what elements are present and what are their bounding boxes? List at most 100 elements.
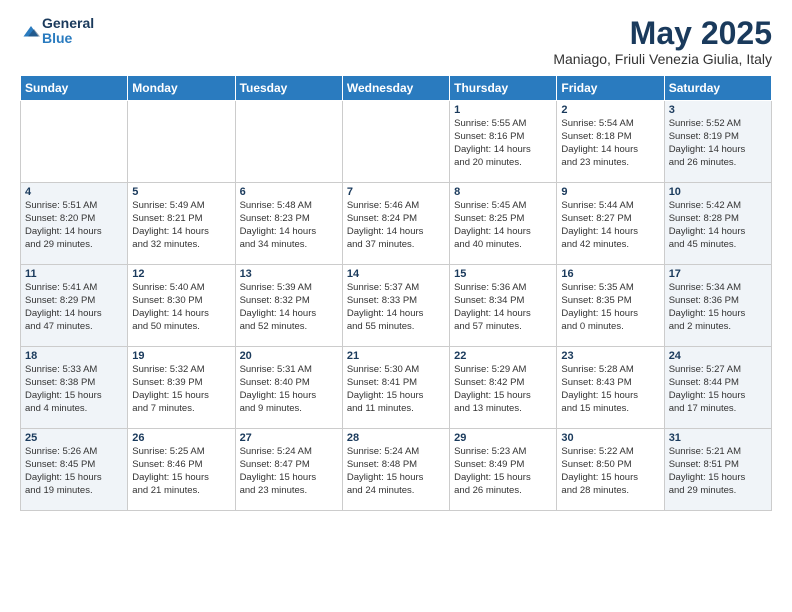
day-cell: 7 Sunrise: 5:46 AM Sunset: 8:24 PM Daylig…: [342, 183, 449, 265]
weekday-header-saturday: Saturday: [664, 76, 771, 101]
weekday-header-thursday: Thursday: [450, 76, 557, 101]
day-info: Sunrise: 5:31 AM Sunset: 8:40 PM Dayligh…: [240, 364, 338, 415]
day-number: 28: [347, 432, 445, 444]
day-cell: 31Sunrise: 5:21 AM Sunset: 8:51 PM Dayli…: [664, 429, 771, 511]
day-cell: 11 Sunrise: 5:41 AM Sunset: 8:29 PM Dayli…: [21, 265, 128, 347]
week-row-4: 18Sunrise: 5:33 AM Sunset: 8:38 PM Dayli…: [21, 347, 772, 429]
day-cell: 27 Sunrise: 5:24 AM Sunset: 8:47 PM Dayli…: [235, 429, 342, 511]
day-number: 18: [25, 350, 123, 362]
day-cell: 18Sunrise: 5:33 AM Sunset: 8:38 PM Dayli…: [21, 347, 128, 429]
day-info: Sunrise: 5:44 AM Sunset: 8:27 PM Dayligh…: [561, 200, 659, 251]
day-number: 11: [25, 268, 123, 280]
day-info: Sunrise: 5:25 AM Sunset: 8:46 PM Dayligh…: [132, 446, 230, 497]
logo-text: General Blue: [42, 16, 94, 47]
day-info: Sunrise: 5:24 AM Sunset: 8:47 PM Dayligh…: [240, 446, 338, 497]
day-number: 12: [132, 268, 230, 280]
day-info: Sunrise: 5:30 AM Sunset: 8:41 PM Dayligh…: [347, 364, 445, 415]
day-number: 29: [454, 432, 552, 444]
day-info: Sunrise: 5:21 AM Sunset: 8:51 PM Dayligh…: [669, 446, 767, 497]
day-info: Sunrise: 5:34 AM Sunset: 8:36 PM Dayligh…: [669, 282, 767, 333]
day-info: Sunrise: 5:40 AM Sunset: 8:30 PM Dayligh…: [132, 282, 230, 333]
day-cell: 6 Sunrise: 5:48 AM Sunset: 8:23 PM Daylig…: [235, 183, 342, 265]
day-cell: 8 Sunrise: 5:45 AM Sunset: 8:25 PM Daylig…: [450, 183, 557, 265]
day-cell: 21 Sunrise: 5:30 AM Sunset: 8:41 PM Dayli…: [342, 347, 449, 429]
day-number: 16: [561, 268, 659, 280]
week-row-5: 25 Sunrise: 5:26 AM Sunset: 8:45 PM Dayli…: [21, 429, 772, 511]
weekday-header-monday: Monday: [128, 76, 235, 101]
day-number: 21: [347, 350, 445, 362]
day-info: Sunrise: 5:32 AM Sunset: 8:39 PM Dayligh…: [132, 364, 230, 415]
day-info: Sunrise: 5:41 AM Sunset: 8:29 PM Dayligh…: [25, 282, 123, 333]
day-cell: 16Sunrise: 5:35 AM Sunset: 8:35 PM Dayli…: [557, 265, 664, 347]
day-number: 25: [25, 432, 123, 444]
day-number: 26: [132, 432, 230, 444]
day-cell: 17 Sunrise: 5:34 AM Sunset: 8:36 PM Dayli…: [664, 265, 771, 347]
day-info: Sunrise: 5:46 AM Sunset: 8:24 PM Dayligh…: [347, 200, 445, 251]
logo-general-text: General: [42, 16, 94, 31]
week-row-3: 11 Sunrise: 5:41 AM Sunset: 8:29 PM Dayli…: [21, 265, 772, 347]
weekday-header-tuesday: Tuesday: [235, 76, 342, 101]
logo-blue-text: Blue: [42, 31, 94, 46]
day-number: 4: [25, 186, 123, 198]
day-info: Sunrise: 5:36 AM Sunset: 8:34 PM Dayligh…: [454, 282, 552, 333]
day-cell: 25 Sunrise: 5:26 AM Sunset: 8:45 PM Dayli…: [21, 429, 128, 511]
day-info: Sunrise: 5:48 AM Sunset: 8:23 PM Dayligh…: [240, 200, 338, 251]
day-info: Sunrise: 5:24 AM Sunset: 8:48 PM Dayligh…: [347, 446, 445, 497]
calendar-body: 1Sunrise: 5:55 AM Sunset: 8:16 PM Daylig…: [21, 101, 772, 511]
day-cell: [128, 101, 235, 183]
day-cell: 26 Sunrise: 5:25 AM Sunset: 8:46 PM Dayli…: [128, 429, 235, 511]
day-info: Sunrise: 5:42 AM Sunset: 8:28 PM Dayligh…: [669, 200, 767, 251]
day-number: 7: [347, 186, 445, 198]
day-number: 20: [240, 350, 338, 362]
logo: General Blue: [20, 16, 94, 47]
title-block: May 2025 Maniago, Friuli Venezia Giulia,…: [553, 16, 772, 67]
month-title: May 2025: [553, 16, 772, 51]
day-number: 2: [561, 104, 659, 116]
day-number: 1: [454, 104, 552, 116]
day-number: 27: [240, 432, 338, 444]
day-info: Sunrise: 5:39 AM Sunset: 8:32 PM Dayligh…: [240, 282, 338, 333]
day-info: Sunrise: 5:37 AM Sunset: 8:33 PM Dayligh…: [347, 282, 445, 333]
day-cell: 3Sunrise: 5:52 AM Sunset: 8:19 PM Daylig…: [664, 101, 771, 183]
day-number: 9: [561, 186, 659, 198]
day-cell: 4 Sunrise: 5:51 AM Sunset: 8:20 PM Daylig…: [21, 183, 128, 265]
day-info: Sunrise: 5:28 AM Sunset: 8:43 PM Dayligh…: [561, 364, 659, 415]
page: General Blue May 2025 Maniago, Friuli Ve…: [0, 0, 792, 612]
day-number: 15: [454, 268, 552, 280]
day-number: 17: [669, 268, 767, 280]
day-number: 14: [347, 268, 445, 280]
day-cell: 20 Sunrise: 5:31 AM Sunset: 8:40 PM Dayli…: [235, 347, 342, 429]
day-info: Sunrise: 5:29 AM Sunset: 8:42 PM Dayligh…: [454, 364, 552, 415]
day-info: Sunrise: 5:26 AM Sunset: 8:45 PM Dayligh…: [25, 446, 123, 497]
day-cell: [342, 101, 449, 183]
week-row-2: 4 Sunrise: 5:51 AM Sunset: 8:20 PM Daylig…: [21, 183, 772, 265]
day-cell: 10 Sunrise: 5:42 AM Sunset: 8:28 PM Dayli…: [664, 183, 771, 265]
day-number: 10: [669, 186, 767, 198]
day-number: 19: [132, 350, 230, 362]
day-info: Sunrise: 5:22 AM Sunset: 8:50 PM Dayligh…: [561, 446, 659, 497]
week-row-1: 1Sunrise: 5:55 AM Sunset: 8:16 PM Daylig…: [21, 101, 772, 183]
day-info: Sunrise: 5:45 AM Sunset: 8:25 PM Dayligh…: [454, 200, 552, 251]
weekday-header-sunday: Sunday: [21, 76, 128, 101]
weekday-header-friday: Friday: [557, 76, 664, 101]
day-cell: 9 Sunrise: 5:44 AM Sunset: 8:27 PM Daylig…: [557, 183, 664, 265]
day-cell: 5Sunrise: 5:49 AM Sunset: 8:21 PM Daylig…: [128, 183, 235, 265]
day-number: 24: [669, 350, 767, 362]
location-title: Maniago, Friuli Venezia Giulia, Italy: [553, 51, 772, 67]
day-info: Sunrise: 5:54 AM Sunset: 8:18 PM Dayligh…: [561, 118, 659, 169]
day-cell: 1Sunrise: 5:55 AM Sunset: 8:16 PM Daylig…: [450, 101, 557, 183]
header: General Blue May 2025 Maniago, Friuli Ve…: [20, 16, 772, 67]
day-info: Sunrise: 5:51 AM Sunset: 8:20 PM Dayligh…: [25, 200, 123, 251]
day-info: Sunrise: 5:27 AM Sunset: 8:44 PM Dayligh…: [669, 364, 767, 415]
day-cell: 22Sunrise: 5:29 AM Sunset: 8:42 PM Dayli…: [450, 347, 557, 429]
day-cell: 13Sunrise: 5:39 AM Sunset: 8:32 PM Dayli…: [235, 265, 342, 347]
day-number: 8: [454, 186, 552, 198]
day-number: 6: [240, 186, 338, 198]
day-cell: 29Sunrise: 5:23 AM Sunset: 8:49 PM Dayli…: [450, 429, 557, 511]
weekday-row: SundayMondayTuesdayWednesdayThursdayFrid…: [21, 76, 772, 101]
day-cell: 14 Sunrise: 5:37 AM Sunset: 8:33 PM Dayli…: [342, 265, 449, 347]
day-cell: 28 Sunrise: 5:24 AM Sunset: 8:48 PM Dayli…: [342, 429, 449, 511]
day-number: 3: [669, 104, 767, 116]
calendar-header: SundayMondayTuesdayWednesdayThursdayFrid…: [21, 76, 772, 101]
calendar: SundayMondayTuesdayWednesdayThursdayFrid…: [20, 75, 772, 511]
